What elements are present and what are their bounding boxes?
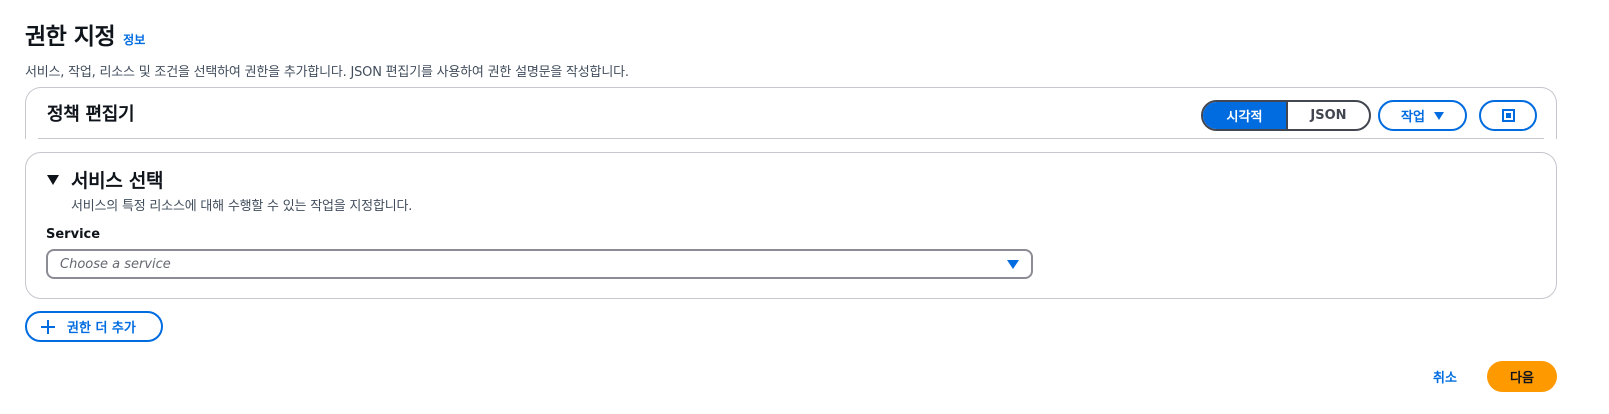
service-section-toggle[interactable]: 서비스 선택 (47, 166, 164, 193)
expand-caret-icon (47, 174, 59, 185)
title-row: 권한 지정 정보 (25, 17, 629, 51)
editor-divider (38, 138, 1544, 139)
policy-editor-panel: 정책 편집기 시각적 JSON 작업 (25, 87, 1557, 139)
visual-mode-button[interactable]: 시각적 (1203, 102, 1286, 129)
fullscreen-button[interactable] (1479, 100, 1537, 131)
service-section-description: 서비스의 특정 리소스에 대해 수행할 수 있는 작업을 지정합니다. (71, 199, 413, 214)
actions-label: 작업 (1401, 110, 1425, 125)
policy-editor-title: 정책 편집기 (47, 104, 135, 125)
add-more-permissions-button[interactable]: 권한 더 추가 (25, 311, 163, 342)
service-select-placeholder: Choose a service (60, 256, 171, 272)
caret-down-icon (1433, 111, 1444, 120)
service-selection-panel: 서비스 선택 서비스의 특정 리소스에 대해 수행할 수 있는 작업을 지정합니… (25, 152, 1557, 299)
page-header: 권한 지정 정보 서비스, 작업, 리소스 및 조건을 선택하여 권한을 추가합… (25, 17, 629, 80)
select-caret-icon (1007, 259, 1019, 269)
page-title: 권한 지정 (25, 24, 116, 50)
page-description: 서비스, 작업, 리소스 및 조건을 선택하여 권한을 추가합니다. JSON … (25, 65, 629, 80)
service-field-label: Service (46, 227, 101, 242)
editor-mode-toggle: 시각적 JSON (1201, 100, 1371, 131)
actions-dropdown-button[interactable]: 작업 (1378, 100, 1467, 131)
cancel-button[interactable]: 취소 (1420, 361, 1470, 392)
json-mode-button[interactable]: JSON (1286, 102, 1369, 129)
plus-icon (41, 319, 55, 334)
service-select[interactable]: Choose a service (46, 249, 1033, 279)
add-permissions-label: 권한 더 추가 (67, 321, 136, 336)
fullscreen-icon (1501, 109, 1515, 122)
service-section-title: 서비스 선택 (71, 170, 164, 192)
next-button[interactable]: 다음 (1487, 361, 1557, 392)
info-link[interactable]: 정보 (123, 31, 145, 48)
